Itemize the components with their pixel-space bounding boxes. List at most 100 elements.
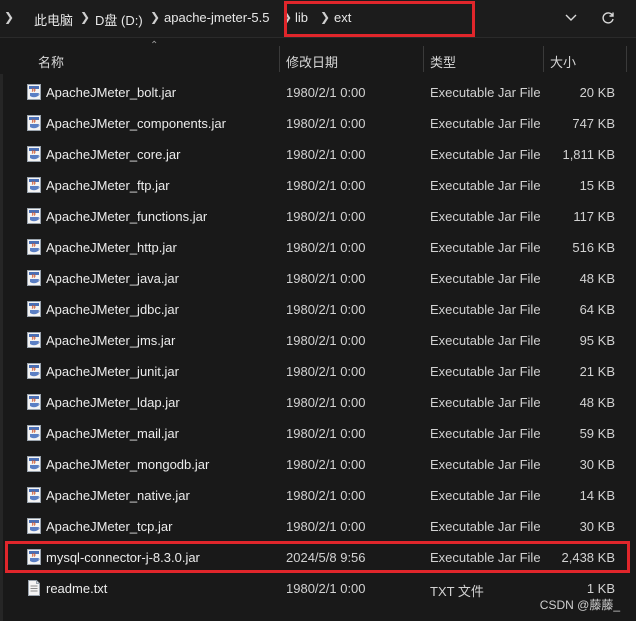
file-row[interactable]: ApacheJMeter_bolt.jar 1980/2/1 0:00 Execut… [0,77,636,108]
breadcrumb-this-pc[interactable]: 此电脑 [34,10,73,29]
file-size: 117 KB [573,209,615,224]
file-explorer-window: ❯ 此电脑 ❯ D盘 (D:) ❯ apache-jmeter-5.5 ❯ li… [0,0,636,621]
file-row[interactable]: ApacheJMeter_ldap.jar 1980/2/1 0:00 Execut… [0,387,636,418]
file-name: ApacheJMeter_mail.jar [46,426,179,441]
sort-ascending-icon: ⌃ [150,40,159,51]
file-size: 30 KB [579,457,615,472]
column-divider[interactable] [626,46,627,72]
jar-file-icon [26,177,42,193]
column-header-row: ⌃ 名称 修改日期 类型 大小 [0,38,636,74]
file-date: 1980/2/1 0:00 [286,178,366,193]
file-name: ApacheJMeter_junit.jar [46,364,179,379]
file-name: ApacheJMeter_functions.jar [46,209,208,224]
file-type: Executable Jar File [430,209,541,224]
file-name: ApacheJMeter_core.jar [46,147,181,162]
file-row[interactable]: ApacheJMeter_core.jar 1980/2/1 0:00 Execut… [0,139,636,170]
file-row[interactable]: ApacheJMeter_components.jar 1980/2/1 0:00… [0,108,636,139]
file-date: 1980/2/1 0:00 [286,333,366,348]
file-date: 1980/2/1 0:00 [286,395,366,410]
jar-file-icon [26,363,42,379]
jar-file-icon [26,239,42,255]
column-header-size[interactable]: 大小 [550,52,576,71]
file-row[interactable]: ApacheJMeter_native.jar 1980/2/1 0:00 Exec… [0,480,636,511]
file-row[interactable]: ApacheJMeter_junit.jar 1980/2/1 0:00 Execu… [0,356,636,387]
file-size: 516 KB [572,240,615,255]
file-row[interactable]: ApacheJMeter_jms.jar 1980/2/1 0:00 Executa… [0,325,636,356]
file-size: 95 KB [579,333,615,348]
jar-file-icon [26,332,42,348]
breadcrumb-d-drive[interactable]: D盘 (D:) [95,10,143,29]
file-size: 1 KB [586,581,615,596]
file-type: TXT 文件 [430,584,484,599]
file-size: 1,811 KB [562,147,615,162]
chevron-right-icon: ❯ [282,10,293,24]
file-size: 14 KB [579,488,615,503]
jar-file-icon [26,84,42,100]
file-type: Executable Jar File [430,550,541,565]
jar-file-icon [26,549,42,565]
file-name: ApacheJMeter_native.jar [46,488,190,503]
file-date: 1980/2/1 0:00 [286,519,366,534]
file-name: ApacheJMeter_jms.jar [46,333,176,348]
jar-file-icon [26,208,42,224]
file-type: Executable Jar File [430,240,541,255]
column-divider[interactable] [423,46,424,72]
file-size: 2,438 KB [561,550,616,565]
file-size: 59 KB [579,426,615,441]
file-name: ApacheJMeter_http.jar [46,240,177,255]
file-size: 64 KB [579,302,615,317]
file-date: 1980/2/1 0:00 [286,488,366,503]
file-date: 1980/2/1 0:00 [286,581,366,596]
file-date: 1980/2/1 0:00 [286,364,366,379]
file-date: 1980/2/1 0:00 [286,457,366,472]
text-file-icon [26,580,42,596]
refresh-icon[interactable] [598,8,618,28]
file-date: 2024/5/8 9:56 [286,550,366,565]
breadcrumb-lib[interactable]: lib [295,10,308,25]
jar-file-icon [26,487,42,503]
column-header-type[interactable]: 类型 [430,52,456,71]
column-divider[interactable] [543,46,544,72]
file-name: ApacheJMeter_mongodb.jar [46,457,210,472]
file-date: 1980/2/1 0:00 [286,209,366,224]
jar-file-icon [26,301,42,317]
file-row[interactable]: ApacheJMeter_http.jar 1980/2/1 0:00 Execut… [0,232,636,263]
file-row[interactable]: ApacheJMeter_java.jar 1980/2/1 0:00 Execut… [0,263,636,294]
file-row[interactable]: ApacheJMeter_mongodb.jar 1980/2/1 0:00 Exe… [0,449,636,480]
file-type: Executable Jar File [430,457,541,472]
file-type: Executable Jar File [430,364,541,379]
file-name: mysql-connector-j-8.3.0.jar [46,550,200,565]
file-type: Executable Jar File [430,85,541,100]
chevron-right-icon: ❯ [80,10,91,24]
address-bar[interactable]: ❯ 此电脑 ❯ D盘 (D:) ❯ apache-jmeter-5.5 ❯ li… [0,0,636,38]
column-divider[interactable] [279,46,280,72]
chevron-down-icon[interactable] [561,8,581,28]
file-size: 21 KB [579,364,615,379]
file-type: Executable Jar File [430,302,541,317]
file-row[interactable]: ApacheJMeter_ftp.jar 1980/2/1 0:00 Executa… [0,170,636,201]
file-row[interactable]: ApacheJMeter_functions.jar 1980/2/1 0:00 E… [0,201,636,232]
breadcrumb-jmeter[interactable]: apache-jmeter-5.5 [164,10,270,25]
file-name: ApacheJMeter_components.jar [46,116,226,131]
file-size: 15 KB [579,178,615,193]
jar-file-icon [26,425,42,441]
breadcrumb-ext[interactable]: ext [334,10,351,25]
file-row[interactable]: ApacheJMeter_mail.jar 1980/2/1 0:00 Execut… [0,418,636,449]
jar-file-icon [26,394,42,410]
jar-file-icon [26,456,42,472]
chevron-right-icon: ❯ [4,10,15,24]
file-name: readme.txt [46,581,108,596]
watermark: CSDN @藤藤_ [539,598,620,612]
file-row[interactable]: ApacheJMeter_tcp.jar 1980/2/1 0:00 Executa… [0,511,636,542]
file-list: ApacheJMeter_bolt.jar 1980/2/1 0:00 Execut… [0,77,636,604]
file-row[interactable]: ApacheJMeter_jdbc.jar 1980/2/1 0:00 Execut… [0,294,636,325]
file-name: ApacheJMeter_jdbc.jar [46,302,179,317]
column-header-date[interactable]: 修改日期 [286,52,338,71]
column-header-name[interactable]: 名称 [38,52,64,71]
file-size: 30 KB [579,519,615,534]
file-size: 48 KB [579,271,615,286]
file-row[interactable]: mysql-connector-j-8.3.0.jar 2024/5/8 9:56… [0,542,636,573]
file-size: 20 KB [579,85,615,100]
file-date: 1980/2/1 0:00 [286,271,366,286]
file-name: ApacheJMeter_java.jar [46,271,179,286]
